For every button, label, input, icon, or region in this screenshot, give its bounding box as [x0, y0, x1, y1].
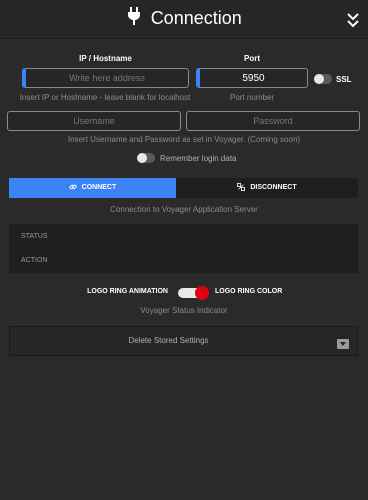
username-input[interactable] [7, 111, 181, 131]
connect-button-label: CONNECT [81, 184, 117, 191]
ssl-label: SSL [336, 75, 352, 84]
indicator-toggle-knob [195, 286, 209, 300]
connection-hint: Connection to Voyager Application Server [110, 205, 258, 214]
status-panel: STATUS ACTION [9, 224, 358, 273]
remember-label: Remember login data [160, 154, 237, 163]
indicator-hint: Voyager Status Indicator [140, 306, 228, 315]
header-title-group: Connection [0, 7, 368, 30]
delete-settings-label: Delete Stored Settings [128, 336, 209, 345]
action-label: ACTION [21, 257, 48, 264]
ssl-toggle-knob [314, 74, 324, 84]
remember-toggle-knob [137, 153, 147, 163]
page-title: Connection [150, 8, 242, 28]
connect-button[interactable]: CONNECT [9, 178, 176, 198]
ssl-toggle[interactable] [314, 74, 332, 84]
port-hint: Port number [229, 93, 275, 102]
double-chevron-down-icon[interactable] [346, 12, 360, 28]
port-input[interactable] [196, 68, 308, 88]
logo-ring-color-label: LOGO RING COLOR [215, 288, 283, 295]
port-label: Port [244, 54, 260, 63]
remember-toggle[interactable] [137, 153, 155, 163]
plug-icon [126, 7, 142, 30]
host-label: IP / Hostname [79, 54, 132, 63]
caret-down-icon[interactable] [337, 336, 349, 349]
host-input[interactable] [22, 68, 189, 88]
host-hint: Insert IP or Hostname - leave blank for … [19, 93, 191, 102]
delete-settings-bar[interactable]: Delete Stored Settings [9, 326, 358, 356]
unlink-icon [237, 183, 250, 192]
status-label: STATUS [21, 233, 48, 240]
credentials-hint: Insert Username and Password as set in V… [67, 135, 301, 144]
header-bar: Connection [0, 0, 368, 39]
password-input[interactable] [186, 111, 360, 131]
disconnect-button[interactable]: DISCONNECT [176, 178, 358, 198]
connection-screen: Connection IP / Hostname Insert IP or Ho… [0, 0, 368, 500]
disconnect-button-label: DISCONNECT [250, 184, 297, 191]
logo-ring-animation-label: LOGO RING ANIMATION [87, 288, 168, 295]
indicator-toggle[interactable] [178, 286, 209, 300]
link-icon [69, 184, 82, 191]
